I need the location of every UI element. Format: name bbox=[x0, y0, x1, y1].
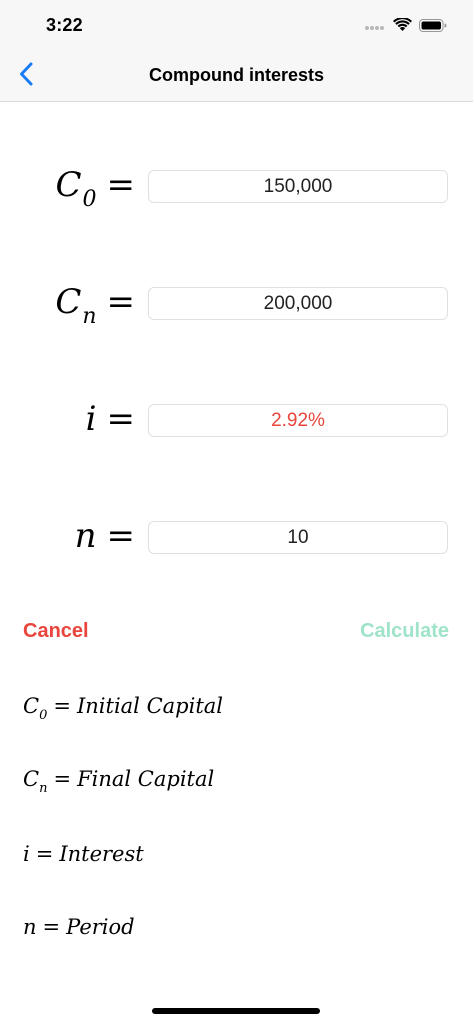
period-field[interactable] bbox=[148, 521, 448, 554]
label-interest: i = bbox=[85, 399, 135, 439]
row-final-capital: Cn = bbox=[0, 282, 473, 329]
status-bar: 3:22 bbox=[0, 0, 473, 52]
wifi-icon bbox=[393, 17, 412, 37]
page-title: Compound interests bbox=[148, 65, 324, 85]
navigation-bar: Compound interests bbox=[0, 52, 473, 102]
row-interest: i = bbox=[0, 399, 473, 440]
row-initial-capital: C0 = bbox=[0, 165, 473, 212]
label-period: n = bbox=[74, 516, 135, 556]
legend-final-capital: Cn = Final Capital bbox=[23, 767, 215, 796]
legend-interest: i = Interest bbox=[23, 842, 144, 866]
legend-initial-capital: C0 = Initial Capital bbox=[23, 694, 223, 723]
calculate-button[interactable]: Calculate bbox=[360, 620, 449, 643]
battery-icon bbox=[419, 18, 447, 37]
label-final-capital: Cn = bbox=[55, 282, 135, 329]
row-period: n = bbox=[0, 516, 473, 557]
signal-icon bbox=[364, 19, 386, 37]
status-time: 3:22 bbox=[46, 15, 83, 35]
initial-capital-field[interactable] bbox=[148, 170, 448, 203]
final-capital-field[interactable] bbox=[148, 287, 448, 320]
cancel-button[interactable]: Cancel bbox=[23, 620, 89, 643]
home-indicator[interactable] bbox=[152, 1008, 320, 1014]
status-icons bbox=[364, 17, 447, 37]
actions-bar: Cancel Calculate bbox=[0, 620, 473, 648]
legend-period: n = Period bbox=[23, 915, 135, 939]
label-initial-capital: C0 = bbox=[55, 165, 135, 212]
interest-field[interactable] bbox=[148, 404, 448, 437]
